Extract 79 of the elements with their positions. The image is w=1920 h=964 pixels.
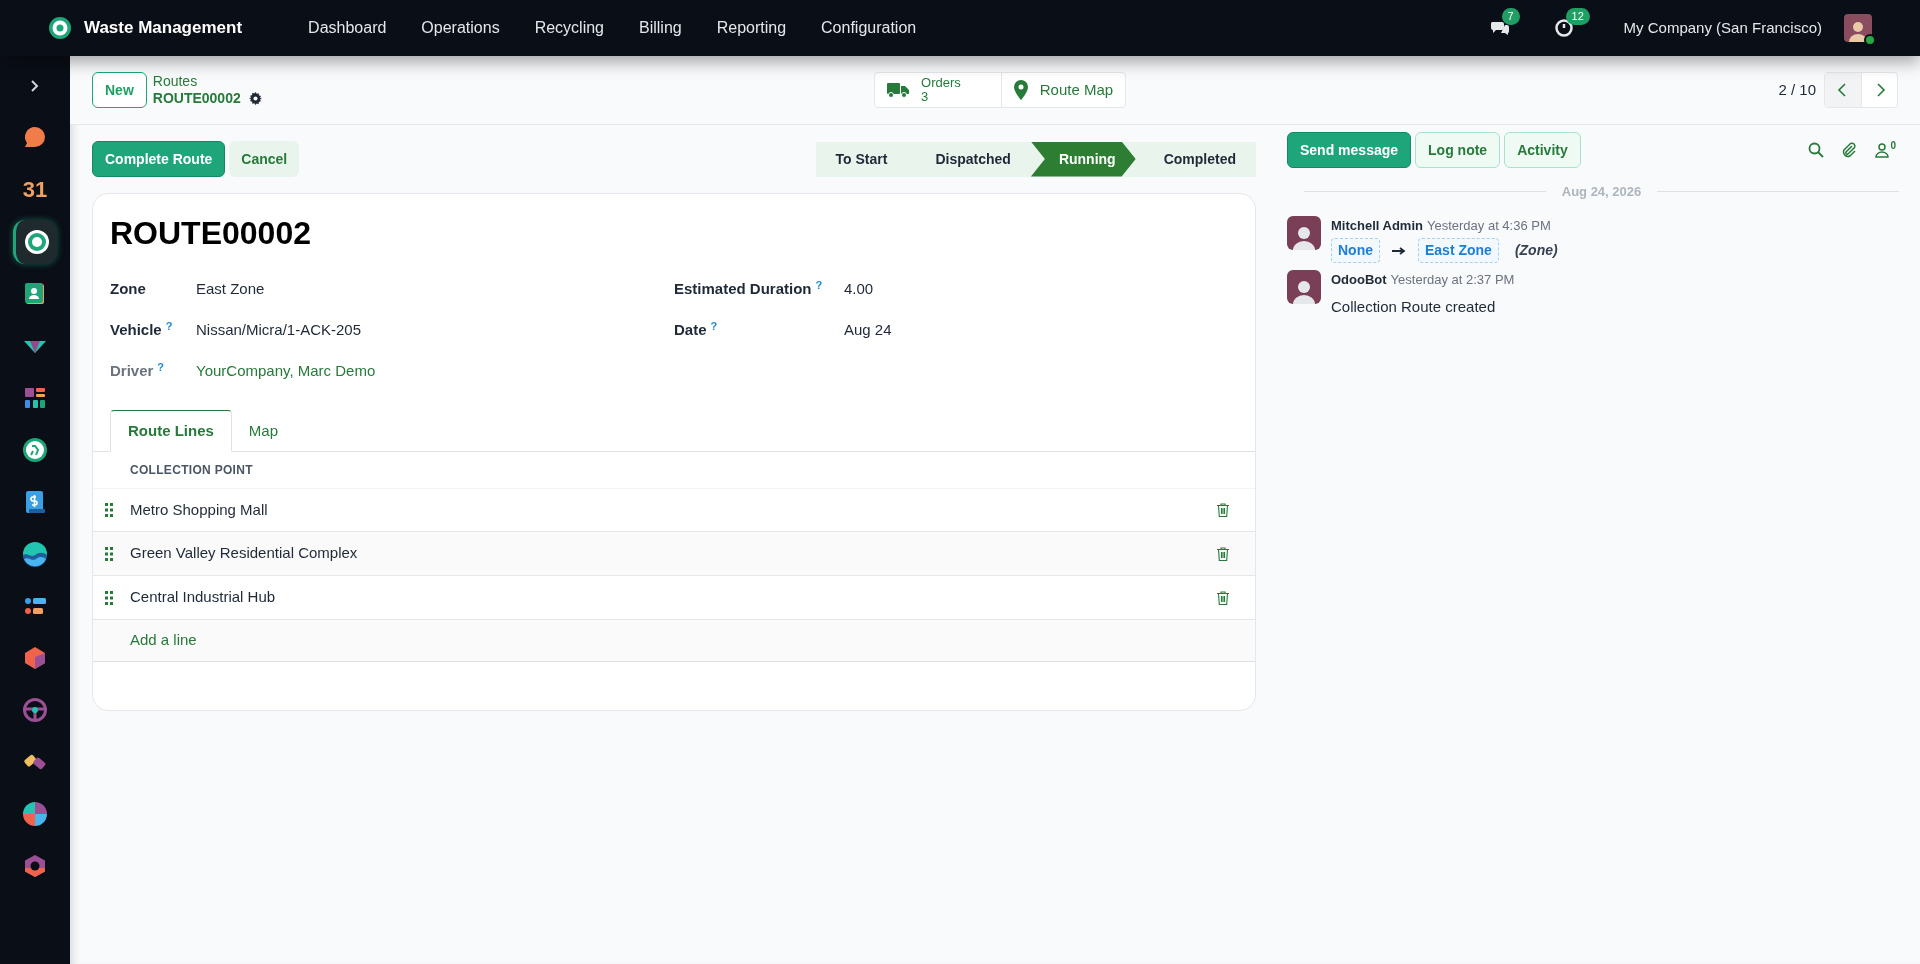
smart-button-count: 3	[921, 90, 929, 104]
quartered-circle-icon	[21, 800, 49, 828]
help-tooltip-mark[interactable]: ?	[815, 278, 823, 291]
field-value: Nissan/Micra/1-ACK-205	[196, 320, 362, 341]
trash-icon[interactable]	[1217, 546, 1229, 561]
right-arrow-icon	[1392, 246, 1406, 255]
navbar-menu-item[interactable]: Reporting	[702, 8, 801, 48]
map-pin-icon	[1013, 80, 1028, 100]
smart-button-label: Orders	[921, 76, 961, 90]
record-title: ROUTE00002	[109, 214, 312, 253]
navbar-menu-item[interactable]: Dashboard	[294, 8, 401, 48]
column-header: COLLECTION POINT	[130, 462, 253, 479]
field-value: Aug 24	[844, 320, 892, 341]
pager-value: 2 / 10	[1778, 79, 1816, 100]
paperclip-icon[interactable]	[1841, 142, 1858, 158]
field-label: Date $^{?}$	[674, 319, 719, 341]
tracked-field-name: (Zone)	[1514, 241, 1558, 260]
date-separator: Aug 24, 2026	[1560, 183, 1643, 201]
message-time: Yesterday at 2:37 PM	[1390, 271, 1515, 289]
new-button[interactable]: New	[92, 72, 147, 108]
table-cell-text: Central Industrial Hub	[130, 587, 276, 608]
steering-wheel-icon	[21, 696, 49, 724]
breadcrumb-link[interactable]: Routes	[152, 73, 262, 90]
field-link[interactable]: YourCompany, Marc Demo	[196, 360, 376, 383]
field-label: Vehicle $^{?}$	[110, 319, 174, 341]
search-icon[interactable]	[1808, 142, 1825, 158]
navbar-menu-item[interactable]: Operations	[407, 8, 514, 48]
navbar-menu-item[interactable]: Recycling	[520, 8, 618, 48]
message-body: Collection Route created	[1331, 296, 1497, 317]
action-button[interactable]: Cancel	[229, 141, 300, 177]
field-label: Zone	[110, 279, 147, 300]
calendar-icon: 31	[22, 179, 48, 201]
old-value-tag: None	[1331, 238, 1380, 263]
navbar-menu-item[interactable]: Configuration	[807, 8, 931, 48]
form-tab[interactable]: Map	[231, 410, 296, 452]
chatter-button[interactable]: Log note	[1415, 132, 1501, 168]
add-line-link[interactable]: Add a line	[130, 629, 197, 652]
drag-handle-icon[interactable]	[105, 590, 113, 605]
sidebar-app-button[interactable]	[13, 220, 57, 264]
gear-icon[interactable]	[248, 92, 262, 105]
action-button[interactable]: Complete Route	[92, 141, 226, 177]
app-name[interactable]: Waste Management	[84, 15, 243, 41]
navbar-menu-item[interactable]: Billing	[625, 8, 696, 48]
drag-handle-icon[interactable]	[105, 546, 113, 561]
follower-count: 0	[1890, 139, 1896, 153]
chatter-button[interactable]: Activity	[1504, 132, 1581, 168]
help-tooltip-mark[interactable]: ?	[157, 360, 165, 373]
company-switcher[interactable]: My Company (San Francisco)	[1623, 16, 1822, 40]
field-value: East Zone	[196, 279, 265, 300]
clock-icon[interactable]	[1553, 18, 1574, 38]
field-label: Driver $^{?}$	[110, 360, 166, 382]
drag-handle-icon[interactable]	[105, 503, 113, 517]
smart-button[interactable]: Route Map	[1000, 73, 1126, 107]
table-cell-text: Metro Shopping Mall	[130, 499, 268, 520]
record-name: ROUTE00002	[152, 90, 241, 107]
author-avatar[interactable]	[1287, 215, 1321, 250]
trash-icon[interactable]	[1217, 590, 1229, 605]
form-tab[interactable]: Route Lines	[110, 410, 232, 452]
help-tooltip-mark[interactable]: ?	[710, 319, 718, 332]
new-value-tag: East Zone	[1418, 238, 1499, 263]
message-author[interactable]: Mitchell Admin	[1331, 215, 1423, 235]
notification-badge: 12	[1565, 8, 1590, 25]
wave-circle-icon	[21, 540, 49, 568]
field-value: 4.00	[844, 279, 874, 300]
field-label: Estimated Duration $^{?}$	[674, 278, 824, 300]
sidebar-app-button[interactable]: 31	[13, 168, 57, 212]
status-stage[interactable]: Running	[1030, 141, 1136, 177]
user-avatar[interactable]	[1844, 14, 1872, 42]
notification-badge: 7	[1501, 8, 1520, 25]
table-cell-text: Green Valley Residential Complex	[130, 543, 358, 564]
author-avatar[interactable]	[1287, 270, 1321, 304]
trash-icon[interactable]	[1217, 503, 1229, 517]
person-icon[interactable]	[1874, 142, 1891, 158]
message-author[interactable]: OdooBot	[1331, 270, 1387, 290]
smart-button[interactable]: Orders 3	[875, 73, 1001, 107]
message-time: Yesterday at 4:36 PM	[1426, 216, 1551, 235]
chatter-button[interactable]: Send message	[1287, 132, 1412, 168]
truck-icon	[887, 82, 910, 98]
help-tooltip-mark[interactable]: ?	[165, 319, 173, 332]
